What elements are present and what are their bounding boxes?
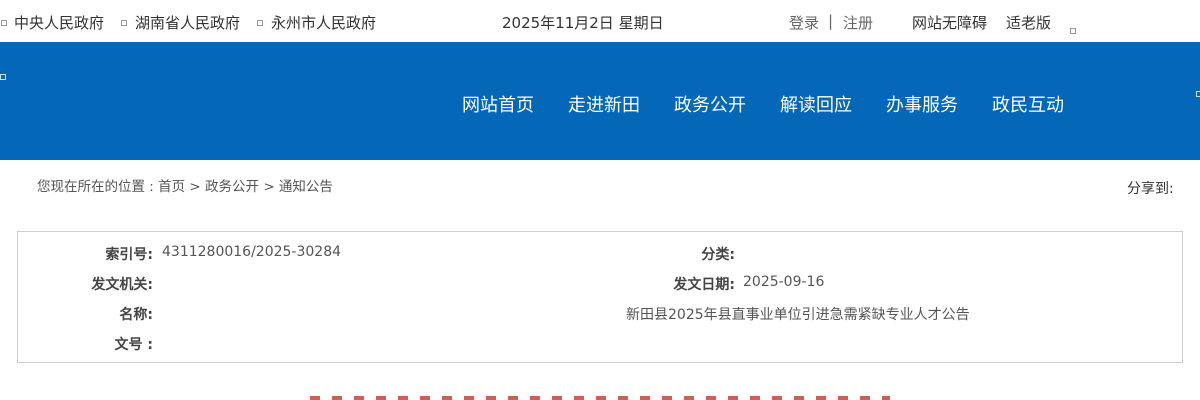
bullet-icon: [1070, 28, 1076, 34]
nav-about-xintian[interactable]: 走进新田: [568, 91, 640, 117]
nav-home[interactable]: 网站首页: [462, 91, 534, 117]
accessibility-link[interactable]: 网站无障碍: [912, 12, 987, 33]
elderly-mode-link[interactable]: 适老版: [1006, 12, 1051, 33]
link-hunan-gov[interactable]: 湖南省人民政府: [135, 12, 240, 33]
issue-date-label: 发文日期:: [673, 277, 735, 293]
share-label: 分享到:: [1127, 181, 1174, 197]
article-title-cutoff: [0, 392, 1200, 400]
nav-services[interactable]: 办事服务: [886, 91, 958, 117]
link-central-gov[interactable]: 中央人民政府: [14, 12, 104, 33]
register-link[interactable]: 注册: [843, 12, 873, 33]
nav-interaction[interactable]: 政民互动: [992, 91, 1064, 117]
bullet-icon: [121, 20, 127, 26]
issuer-label: 发文机关:: [91, 277, 153, 293]
decor-square-icon: [1196, 91, 1200, 97]
bullet-icon: [1, 20, 7, 26]
article-title-fragment: [310, 396, 890, 400]
category-label: 分类:: [701, 247, 735, 263]
current-date: 2025年11月2日 星期日: [502, 14, 664, 32]
top-utility-bar: 中央人民政府 湖南省人民政府 永州市人民政府 2025年11月2日 星期日 登录…: [0, 0, 1200, 42]
doc-number-label: 文号 :: [114, 337, 153, 353]
index-label: 索引号:: [105, 247, 153, 263]
nav-interpretation[interactable]: 解读回应: [780, 91, 852, 117]
index-value: 4311280016/2025-30284: [162, 244, 342, 260]
login-register-separator: |: [828, 12, 834, 30]
nav-gov-affairs[interactable]: 政务公开: [674, 91, 746, 117]
login-link[interactable]: 登录: [789, 12, 819, 33]
bullet-icon: [257, 20, 263, 26]
name-label: 名称:: [119, 307, 153, 323]
link-yongzhou-gov[interactable]: 永州市人民政府: [271, 12, 376, 33]
issue-date-value: 2025-09-16: [743, 274, 825, 290]
main-navigation: 网站首页 走进新田 政务公开 解读回应 办事服务 政民互动: [0, 42, 1200, 160]
decor-square-icon: [0, 74, 6, 80]
name-value: 新田县2025年县直事业单位引进急需紧缺专业人才公告: [626, 307, 970, 323]
document-info-panel: 索引号: 4311280016/2025-30284 分类: 发文机关: 发文日…: [17, 231, 1183, 363]
breadcrumb: 您现在所在的位置 : 首页 > 政务公开 > 通知公告: [37, 179, 333, 195]
